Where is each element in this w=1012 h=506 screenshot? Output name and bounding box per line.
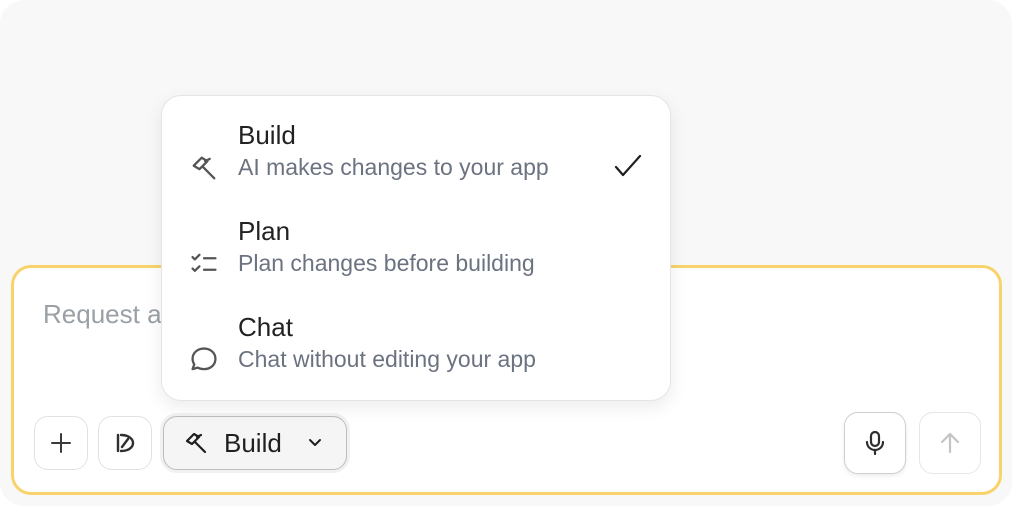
chevron-down-icon — [308, 439, 321, 446]
mode-option-title: Chat — [238, 312, 293, 342]
chat-panel-background: Build — [0, 0, 1012, 506]
hammer-icon — [185, 432, 207, 454]
microphone-icon — [865, 430, 885, 456]
integrations-button[interactable] — [98, 416, 152, 470]
integrations-icon — [116, 433, 135, 453]
arrow-up-icon — [940, 432, 960, 454]
mode-option-build[interactable]: Build AI makes changes to your app — [162, 114, 670, 210]
mode-option-title: Build — [238, 120, 296, 150]
mode-option-description: AI makes changes to your app — [238, 154, 549, 180]
send-button[interactable] — [919, 412, 981, 474]
checkmark-icon — [614, 154, 642, 177]
checklist-icon — [186, 246, 222, 282]
mode-option-chat[interactable]: Chat Chat without editing your app — [162, 306, 670, 402]
mode-selector-button[interactable]: Build — [163, 416, 347, 470]
voice-input-button[interactable] — [844, 412, 906, 474]
mode-selector-label: Build — [224, 427, 282, 458]
mode-option-plan[interactable]: Plan Plan changes before building — [162, 210, 670, 306]
mode-option-description: Plan changes before building — [238, 250, 535, 276]
plus-icon — [51, 433, 71, 453]
chat-bubble-icon — [186, 342, 222, 378]
mode-option-description: Chat without editing your app — [238, 346, 536, 372]
add-attachment-button[interactable] — [34, 416, 88, 470]
mode-dropdown-menu: Build AI makes changes to your app Plan … — [161, 95, 671, 401]
hammer-icon — [186, 150, 222, 186]
mode-option-title: Plan — [238, 216, 291, 246]
